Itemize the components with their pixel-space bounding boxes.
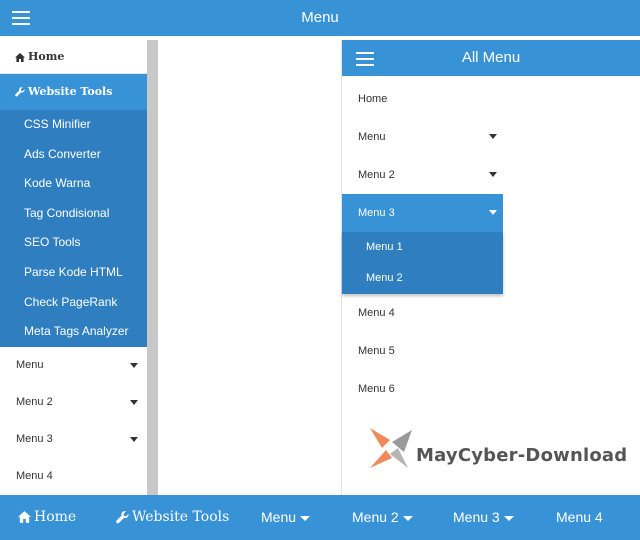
caret-down-icon — [402, 515, 413, 521]
submenu-item-check-pagerank[interactable]: Check PageRank — [0, 288, 147, 318]
panel-item-label: Home — [358, 93, 388, 105]
sidebar-item-home-label: Home — [28, 50, 65, 63]
caret-down-icon — [489, 210, 497, 215]
panel-item-label: Menu 6 — [358, 383, 395, 395]
submenu-item-css-minifier[interactable]: CSS Minifier — [0, 110, 147, 140]
panel-item-label: Menu — [358, 131, 386, 143]
submenu-item-parse-kode-html[interactable]: Parse Kode HTML — [0, 258, 147, 288]
submenu-item-tag-condisional[interactable]: Tag Condisional — [0, 199, 147, 229]
panel-header: All Menu — [342, 40, 640, 76]
sidebar-item-menu-2[interactable]: Menu 2 — [0, 384, 147, 421]
panel-item-menu-5[interactable]: Menu 5 — [342, 332, 503, 370]
website-tools-submenu: CSS Minifier Ads Converter Kode Warna Ta… — [0, 110, 147, 347]
panel-item-menu-2[interactable]: Menu 2 — [342, 156, 503, 194]
bottom-nav: Home Website Tools Menu Menu 2 Menu 3 Me… — [0, 495, 640, 540]
sidebar-item-home[interactable]: Home — [0, 40, 147, 74]
home-icon — [18, 511, 31, 523]
panel-item-label: Menu 4 — [358, 307, 395, 319]
caret-down-icon — [130, 399, 138, 405]
watermark: MayCyber-Download — [368, 424, 628, 472]
caret-down-icon — [503, 515, 514, 521]
sidebar-item-label: Menu 4 — [16, 469, 53, 482]
sidebar-item-website-tools-label: Website Tools — [28, 85, 113, 98]
panel-item-menu-3[interactable]: Menu 3 — [342, 194, 503, 232]
bottom-nav-menu-3[interactable]: Menu 3 — [453, 495, 514, 540]
maycyber-logo-icon — [370, 428, 412, 468]
panel-submenu-item-2[interactable]: Menu 2 — [342, 263, 503, 294]
sidebar-item-menu-3[interactable]: Menu 3 — [0, 421, 147, 458]
submenu-item-meta-tags-analyzer[interactable]: Meta Tags Analyzer — [0, 317, 147, 347]
top-bar-title: Menu — [301, 9, 339, 26]
sidebar-item-website-tools[interactable]: Website Tools — [0, 74, 147, 110]
panel-menu-list: Home Menu Menu 2 Menu 3 Menu 1 Menu 2 Me… — [342, 80, 503, 408]
caret-down-icon — [130, 362, 138, 368]
panel-title: All Menu — [461, 49, 521, 66]
bottom-nav-website-tools[interactable]: Website Tools — [116, 495, 229, 540]
bottom-nav-label: Home — [34, 509, 77, 525]
wrench-icon — [116, 510, 129, 523]
sidebar-item-label: Menu 2 — [16, 395, 53, 408]
sidebar-item-menu-4[interactable]: Menu 4 — [0, 458, 147, 495]
watermark-text: MayCyber-Download — [416, 445, 628, 466]
wrench-icon — [15, 87, 25, 97]
panel-submenu-item-1[interactable]: Menu 1 — [342, 232, 503, 263]
submenu-item-kode-warna[interactable]: Kode Warna — [0, 169, 147, 199]
bottom-nav-menu[interactable]: Menu — [261, 495, 311, 540]
bottom-nav-label: Menu 3 — [453, 509, 500, 525]
panel-item-label: Menu 3 — [358, 207, 395, 219]
panel-item-label: Menu 5 — [358, 345, 395, 357]
caret-down-icon — [130, 436, 138, 442]
sidebar: Home Website Tools CSS Minifier Ads Conv… — [0, 40, 147, 495]
panel-item-home[interactable]: Home — [342, 80, 503, 118]
bottom-nav-menu-2[interactable]: Menu 2 — [352, 495, 413, 540]
bottom-nav-home[interactable]: Home — [18, 495, 76, 540]
caret-down-icon — [489, 134, 497, 139]
sidebar-item-label: Menu 3 — [16, 432, 53, 445]
submenu-item-ads-converter[interactable]: Ads Converter — [0, 140, 147, 170]
sidebar-item-menu[interactable]: Menu — [0, 347, 147, 384]
bottom-nav-label: Website Tools — [132, 509, 230, 525]
caret-down-icon — [489, 172, 497, 177]
panel-submenu: Menu 1 Menu 2 — [342, 232, 503, 294]
panel-item-menu[interactable]: Menu — [342, 118, 503, 156]
panel-item-label: Menu 2 — [358, 169, 395, 181]
sidebar-scrollbar[interactable] — [147, 40, 158, 495]
home-icon — [15, 52, 25, 62]
bottom-nav-label: Menu — [261, 509, 297, 525]
bottom-nav-menu-4[interactable]: Menu 4 — [556, 495, 603, 540]
panel-item-menu-6[interactable]: Menu 6 — [342, 370, 503, 408]
bottom-nav-label: Menu 4 — [556, 509, 603, 525]
panel-item-menu-4[interactable]: Menu 4 — [342, 294, 503, 332]
caret-down-icon — [300, 515, 311, 521]
submenu-item-seo-tools[interactable]: SEO Tools — [0, 228, 147, 258]
sidebar-menu-list: Menu Menu 2 Menu 3 Menu 4 — [0, 347, 147, 495]
sidebar-item-label: Menu — [16, 358, 44, 371]
bottom-nav-label: Menu 2 — [352, 509, 399, 525]
top-bar: Menu — [0, 0, 640, 36]
